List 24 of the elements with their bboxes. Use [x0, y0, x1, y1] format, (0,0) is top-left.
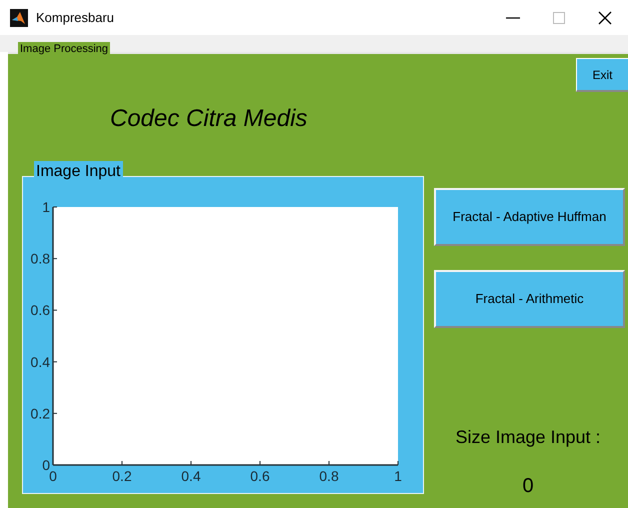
y-tick-label: 1 — [42, 199, 50, 215]
y-tick-label: 0.8 — [30, 250, 50, 267]
x-tick-label: 0 — [49, 468, 57, 484]
maximize-icon — [553, 12, 565, 24]
panel-title: Image Processing — [18, 42, 110, 56]
exit-button[interactable]: Exit — [576, 58, 628, 92]
x-tick-label: 0.2 — [112, 468, 132, 484]
algorithm-button[interactable]: Fractal - Arithmetic — [434, 270, 625, 328]
window-title: Kompresbaru — [36, 8, 116, 27]
x-tick-label: 1 — [394, 468, 402, 484]
y-tick-label: 0 — [42, 457, 50, 473]
x-tick-label: 0.8 — [319, 468, 339, 484]
size-label: Size Image Input : — [454, 426, 602, 449]
y-tick-label: 0.6 — [30, 302, 50, 318]
x-tick-label: 0.6 — [250, 468, 270, 484]
app-logo-icon — [10, 8, 28, 26]
x-tick-label: 0.4 — [181, 468, 201, 484]
y-tick-label: 0.4 — [30, 354, 50, 370]
algorithm-button[interactable]: Fractal - Adaptive Huffman — [434, 188, 625, 246]
minimize-icon — [506, 16, 520, 18]
close-icon — [598, 10, 612, 24]
app-heading: Codec Citra Medis — [110, 104, 308, 134]
y-tick-label: 0.2 — [30, 405, 50, 422]
size-value: 0 — [521, 474, 535, 499]
